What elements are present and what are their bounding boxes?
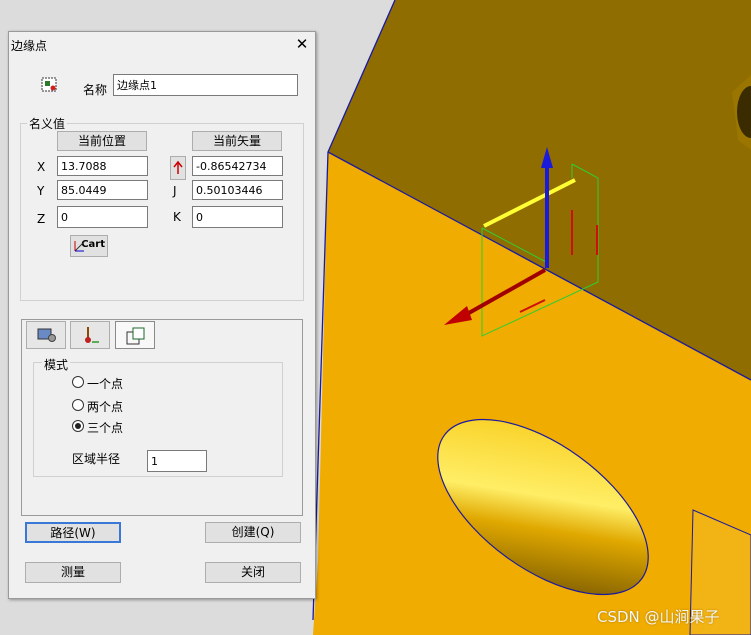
display-settings-icon [37, 328, 56, 342]
y-field[interactable] [57, 180, 148, 200]
measure-button[interactable]: 测量 [25, 562, 121, 583]
mode-radio-one[interactable] [72, 376, 84, 388]
mode-group-label: 模式 [42, 356, 71, 373]
tab-display[interactable] [26, 321, 66, 349]
j-label: J [173, 184, 177, 198]
nominal-group-label: 名义值 [27, 115, 68, 132]
dialog-title: 边缘点 [11, 39, 48, 53]
mode-radio-three[interactable] [72, 420, 84, 432]
x-label: X [37, 160, 46, 174]
region-radius-field[interactable] [147, 450, 207, 472]
path-button[interactable]: 路径(W) [25, 522, 121, 543]
tab-mode[interactable] [115, 321, 155, 349]
mode-option-three-label: 三个点 [87, 421, 124, 435]
k-label: K [173, 210, 181, 224]
flip-vector-button[interactable] [170, 156, 186, 180]
close-button[interactable]: 关闭 [205, 562, 301, 583]
cartesian-icon [74, 241, 85, 252]
mode-radio-two[interactable] [72, 399, 84, 411]
cart-button[interactable]: Cart [70, 235, 108, 257]
edge-mode-icon [126, 327, 145, 345]
y-label: Y [37, 184, 45, 198]
name-field[interactable] [113, 74, 298, 96]
name-label: 名称 [83, 83, 108, 97]
mode-option-two-label: 两个点 [87, 400, 124, 414]
edge-point-dialog[interactable]: 边缘点 ✕ 名称 名义值 当前位置 当前矢量 X Y J Z K Cart 模式… [8, 31, 316, 599]
j-field[interactable] [192, 180, 283, 200]
x-field[interactable] [57, 156, 148, 176]
z-field[interactable] [57, 206, 148, 228]
close-icon[interactable]: ✕ [291, 34, 313, 54]
current-position-button[interactable]: 当前位置 [57, 131, 147, 151]
feature-icon [41, 77, 57, 92]
create-button[interactable]: 创建(Q) [205, 522, 301, 543]
mode-option-one-label: 一个点 [87, 377, 124, 391]
arrow-up-icon [173, 160, 183, 174]
region-radius-label: 区域半径 [72, 452, 121, 466]
tab-probe[interactable] [70, 321, 110, 349]
probe-icon [85, 327, 99, 343]
current-vector-button[interactable]: 当前矢量 [192, 131, 282, 151]
k-field[interactable] [192, 206, 283, 228]
i-field[interactable] [192, 156, 283, 176]
z-label: Z [37, 212, 46, 226]
watermark: CSDN @山涧果子 [597, 608, 720, 626]
